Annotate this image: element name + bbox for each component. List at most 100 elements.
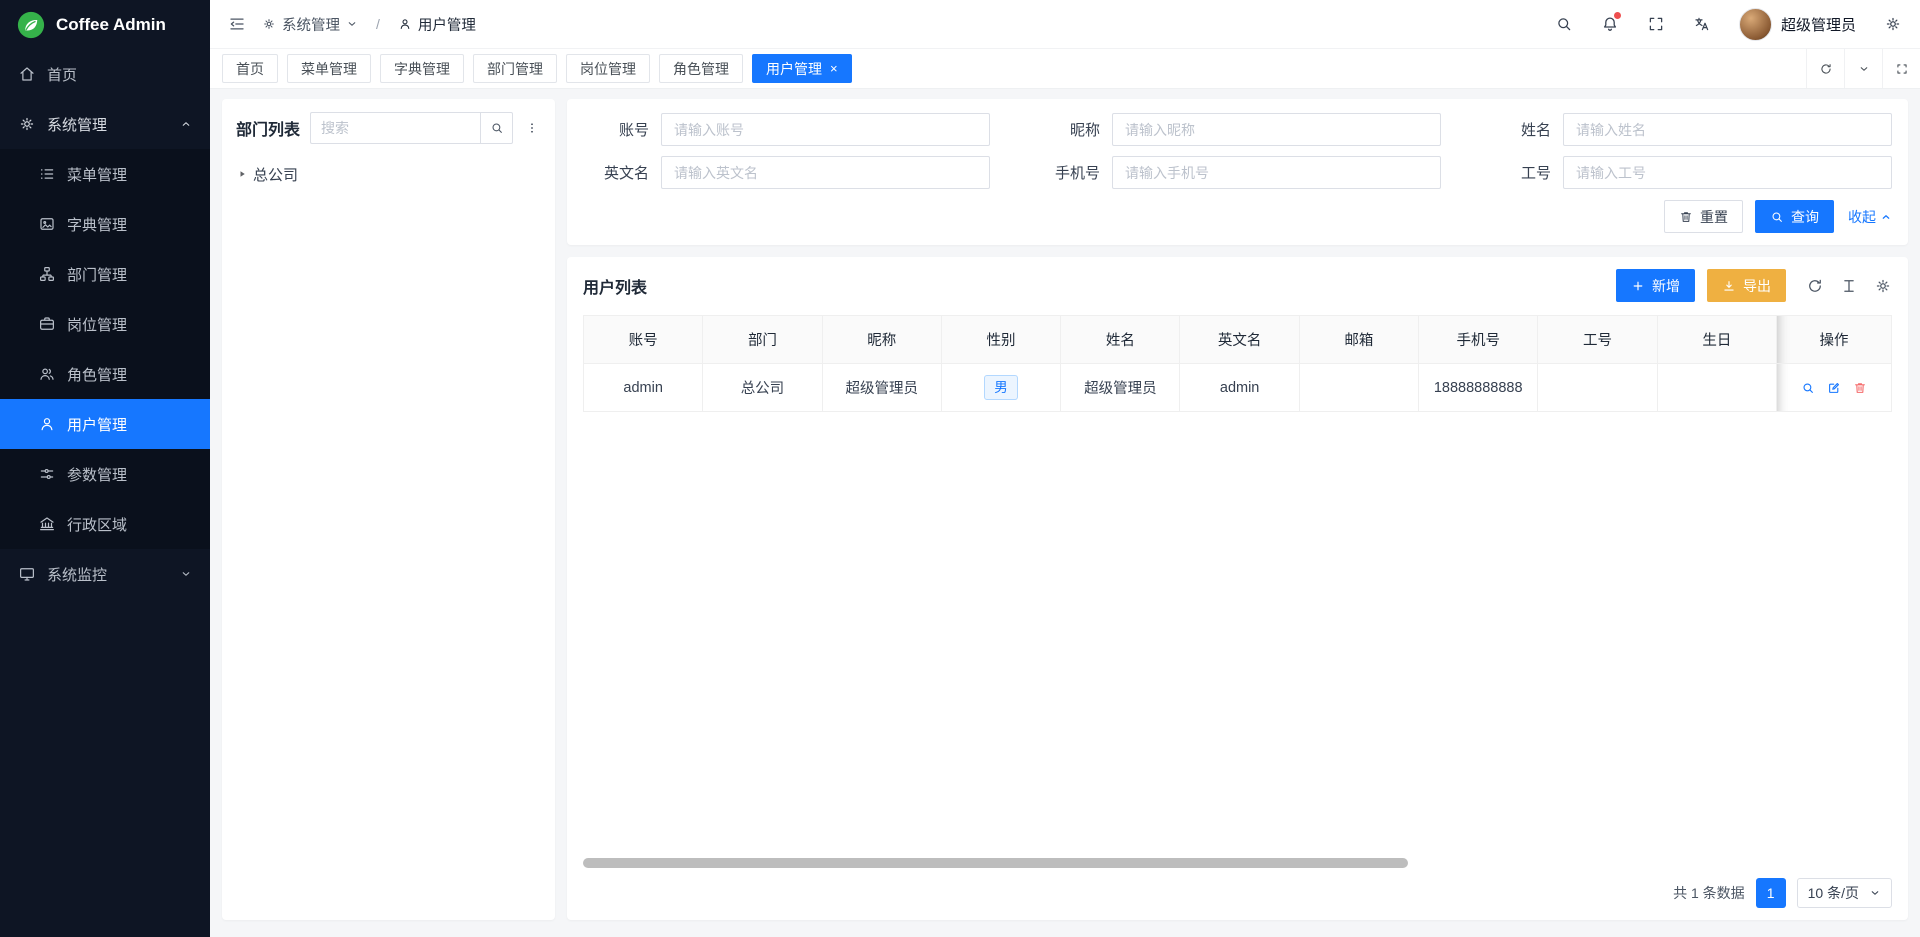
tab-post-management[interactable]: 岗位管理 (566, 54, 650, 83)
english-name-input[interactable] (661, 156, 990, 189)
top-header: 系统管理 / 用户管理 超级管理员 (210, 0, 1920, 49)
table-settings-gear-icon[interactable] (1874, 277, 1892, 295)
row-height-icon[interactable] (1840, 277, 1858, 295)
work-no-input[interactable] (1563, 156, 1892, 189)
sidebar-item-label: 行政区域 (67, 514, 127, 535)
department-search-input[interactable] (310, 112, 480, 144)
sidebar-item-admin-region[interactable]: 行政区域 (0, 499, 210, 549)
account-input[interactable] (661, 113, 990, 146)
field-label: 账号 (583, 119, 649, 140)
sidebar-item-label: 部门管理 (67, 264, 127, 285)
chevron-up-icon (180, 118, 192, 130)
sidebar-item-menu-management[interactable]: 菜单管理 (0, 149, 210, 199)
query-button[interactable]: 查询 (1755, 200, 1834, 233)
tab-label: 首页 (236, 59, 264, 79)
refresh-icon (1819, 62, 1833, 76)
notification-badge-dot (1614, 12, 1621, 19)
tab-menu-management[interactable]: 菜单管理 (287, 54, 371, 83)
org-tree-icon (38, 265, 56, 283)
department-panel: 部门列表 总公司 (222, 99, 555, 920)
sidebar-item-dict-management[interactable]: 字典管理 (0, 199, 210, 249)
nickname-input[interactable] (1112, 113, 1441, 146)
tab-home[interactable]: 首页 (222, 54, 278, 83)
user-icon (38, 415, 56, 433)
settings-gear-icon[interactable] (1884, 15, 1902, 33)
sidebar-item-home[interactable]: 首页 (0, 49, 210, 99)
more-vertical-icon[interactable] (523, 121, 541, 135)
tree-node-head-office[interactable]: 总公司 (236, 159, 541, 189)
edit-icon[interactable] (1827, 381, 1841, 395)
tab-close-icon[interactable]: × (830, 62, 838, 75)
user-name: 超级管理员 (1781, 14, 1856, 35)
view-detail-icon[interactable] (1801, 381, 1815, 395)
tab-dict-management[interactable]: 字典管理 (380, 54, 464, 83)
cell-phone: 18888888888 (1419, 364, 1538, 412)
tab-role-management[interactable]: 角色管理 (659, 54, 743, 83)
chevron-down-icon (346, 18, 358, 30)
avatar (1739, 8, 1772, 41)
tab-user-management[interactable]: 用户管理 × (752, 54, 852, 83)
caret-right-icon[interactable] (236, 168, 248, 180)
tab-refresh-button[interactable] (1806, 49, 1844, 88)
gear-icon (262, 17, 276, 31)
tab-bar: 首页 菜单管理 字典管理 部门管理 岗位管理 角色管理 用户管理 × (210, 49, 1920, 89)
pagination-total: 共 1 条数据 (1673, 883, 1745, 903)
export-button[interactable]: 导出 (1707, 269, 1786, 302)
sidebar-item-label: 角色管理 (67, 364, 127, 385)
menu-collapse-icon[interactable] (228, 15, 246, 33)
reset-button-label: 重置 (1700, 207, 1728, 227)
tabbar-controls (1806, 49, 1920, 88)
sidebar-item-label: 岗位管理 (67, 314, 127, 335)
add-button-label: 新增 (1652, 276, 1680, 296)
sidebar-item-system-management[interactable]: 系统管理 (0, 99, 210, 149)
sidebar-item-system-monitor[interactable]: 系统监控 (0, 549, 210, 599)
trash-icon (1679, 210, 1693, 224)
content-fullscreen-button[interactable] (1882, 49, 1920, 88)
phone-input[interactable] (1112, 156, 1441, 189)
breadcrumb-system-management[interactable]: 系统管理 (262, 14, 358, 35)
collapse-filters-link[interactable]: 收起 (1848, 207, 1892, 227)
sidebar-item-role-management[interactable]: 角色管理 (0, 349, 210, 399)
sidebar-item-param-management[interactable]: 参数管理 (0, 449, 210, 499)
main-area: 系统管理 / 用户管理 超级管理员 首页 菜 (210, 0, 1920, 937)
tab-dept-management[interactable]: 部门管理 (473, 54, 557, 83)
sidebar-item-label: 菜单管理 (67, 164, 127, 185)
user-table: 账号 部门 昵称 性别 姓名 英文名 邮箱 手机号 工号 生日 操作 (583, 315, 1892, 412)
tab-options-button[interactable] (1844, 49, 1882, 88)
table-refresh-icon[interactable] (1806, 277, 1824, 295)
notification-bell-icon[interactable] (1601, 15, 1619, 33)
cell-gender: 男 (941, 364, 1060, 412)
search-icon[interactable] (1555, 15, 1573, 33)
breadcrumb-user-management[interactable]: 用户管理 (398, 14, 476, 35)
position-badge-icon (38, 315, 56, 333)
page-size-select[interactable]: 10 条/页 (1797, 878, 1892, 908)
field-label: 姓名 (1485, 119, 1551, 140)
name-input[interactable] (1563, 113, 1892, 146)
page-number-button[interactable]: 1 (1756, 878, 1786, 908)
right-column: 账号 昵称 姓名 英文名 (567, 99, 1908, 920)
page-content: 部门列表 总公司 账号 (210, 89, 1920, 937)
user-icon (398, 17, 412, 31)
cell-account: admin (584, 364, 703, 412)
sidebar-item-user-management[interactable]: 用户管理 (0, 399, 210, 449)
chevron-down-icon (180, 568, 192, 580)
field-label: 昵称 (1034, 119, 1100, 140)
cell-nickname: 超级管理员 (822, 364, 941, 412)
scrollbar-thumb[interactable] (583, 858, 1408, 868)
sidebar-item-post-management[interactable]: 岗位管理 (0, 299, 210, 349)
menu-list-icon (38, 165, 56, 183)
reset-button[interactable]: 重置 (1664, 200, 1743, 233)
fullscreen-icon[interactable] (1647, 15, 1665, 33)
department-search-button[interactable] (480, 112, 513, 144)
dictionary-icon (38, 215, 56, 233)
col-work-no: 工号 (1538, 316, 1657, 364)
horizontal-scrollbar (583, 858, 1892, 868)
field-label: 工号 (1485, 162, 1551, 183)
col-english-name: 英文名 (1180, 316, 1299, 364)
sidebar-item-dept-management[interactable]: 部门管理 (0, 249, 210, 299)
delete-icon[interactable] (1853, 381, 1867, 395)
chevron-down-icon (1869, 887, 1881, 899)
translate-icon[interactable] (1693, 15, 1711, 33)
user-menu[interactable]: 超级管理员 (1739, 8, 1856, 41)
add-user-button[interactable]: 新增 (1616, 269, 1695, 302)
